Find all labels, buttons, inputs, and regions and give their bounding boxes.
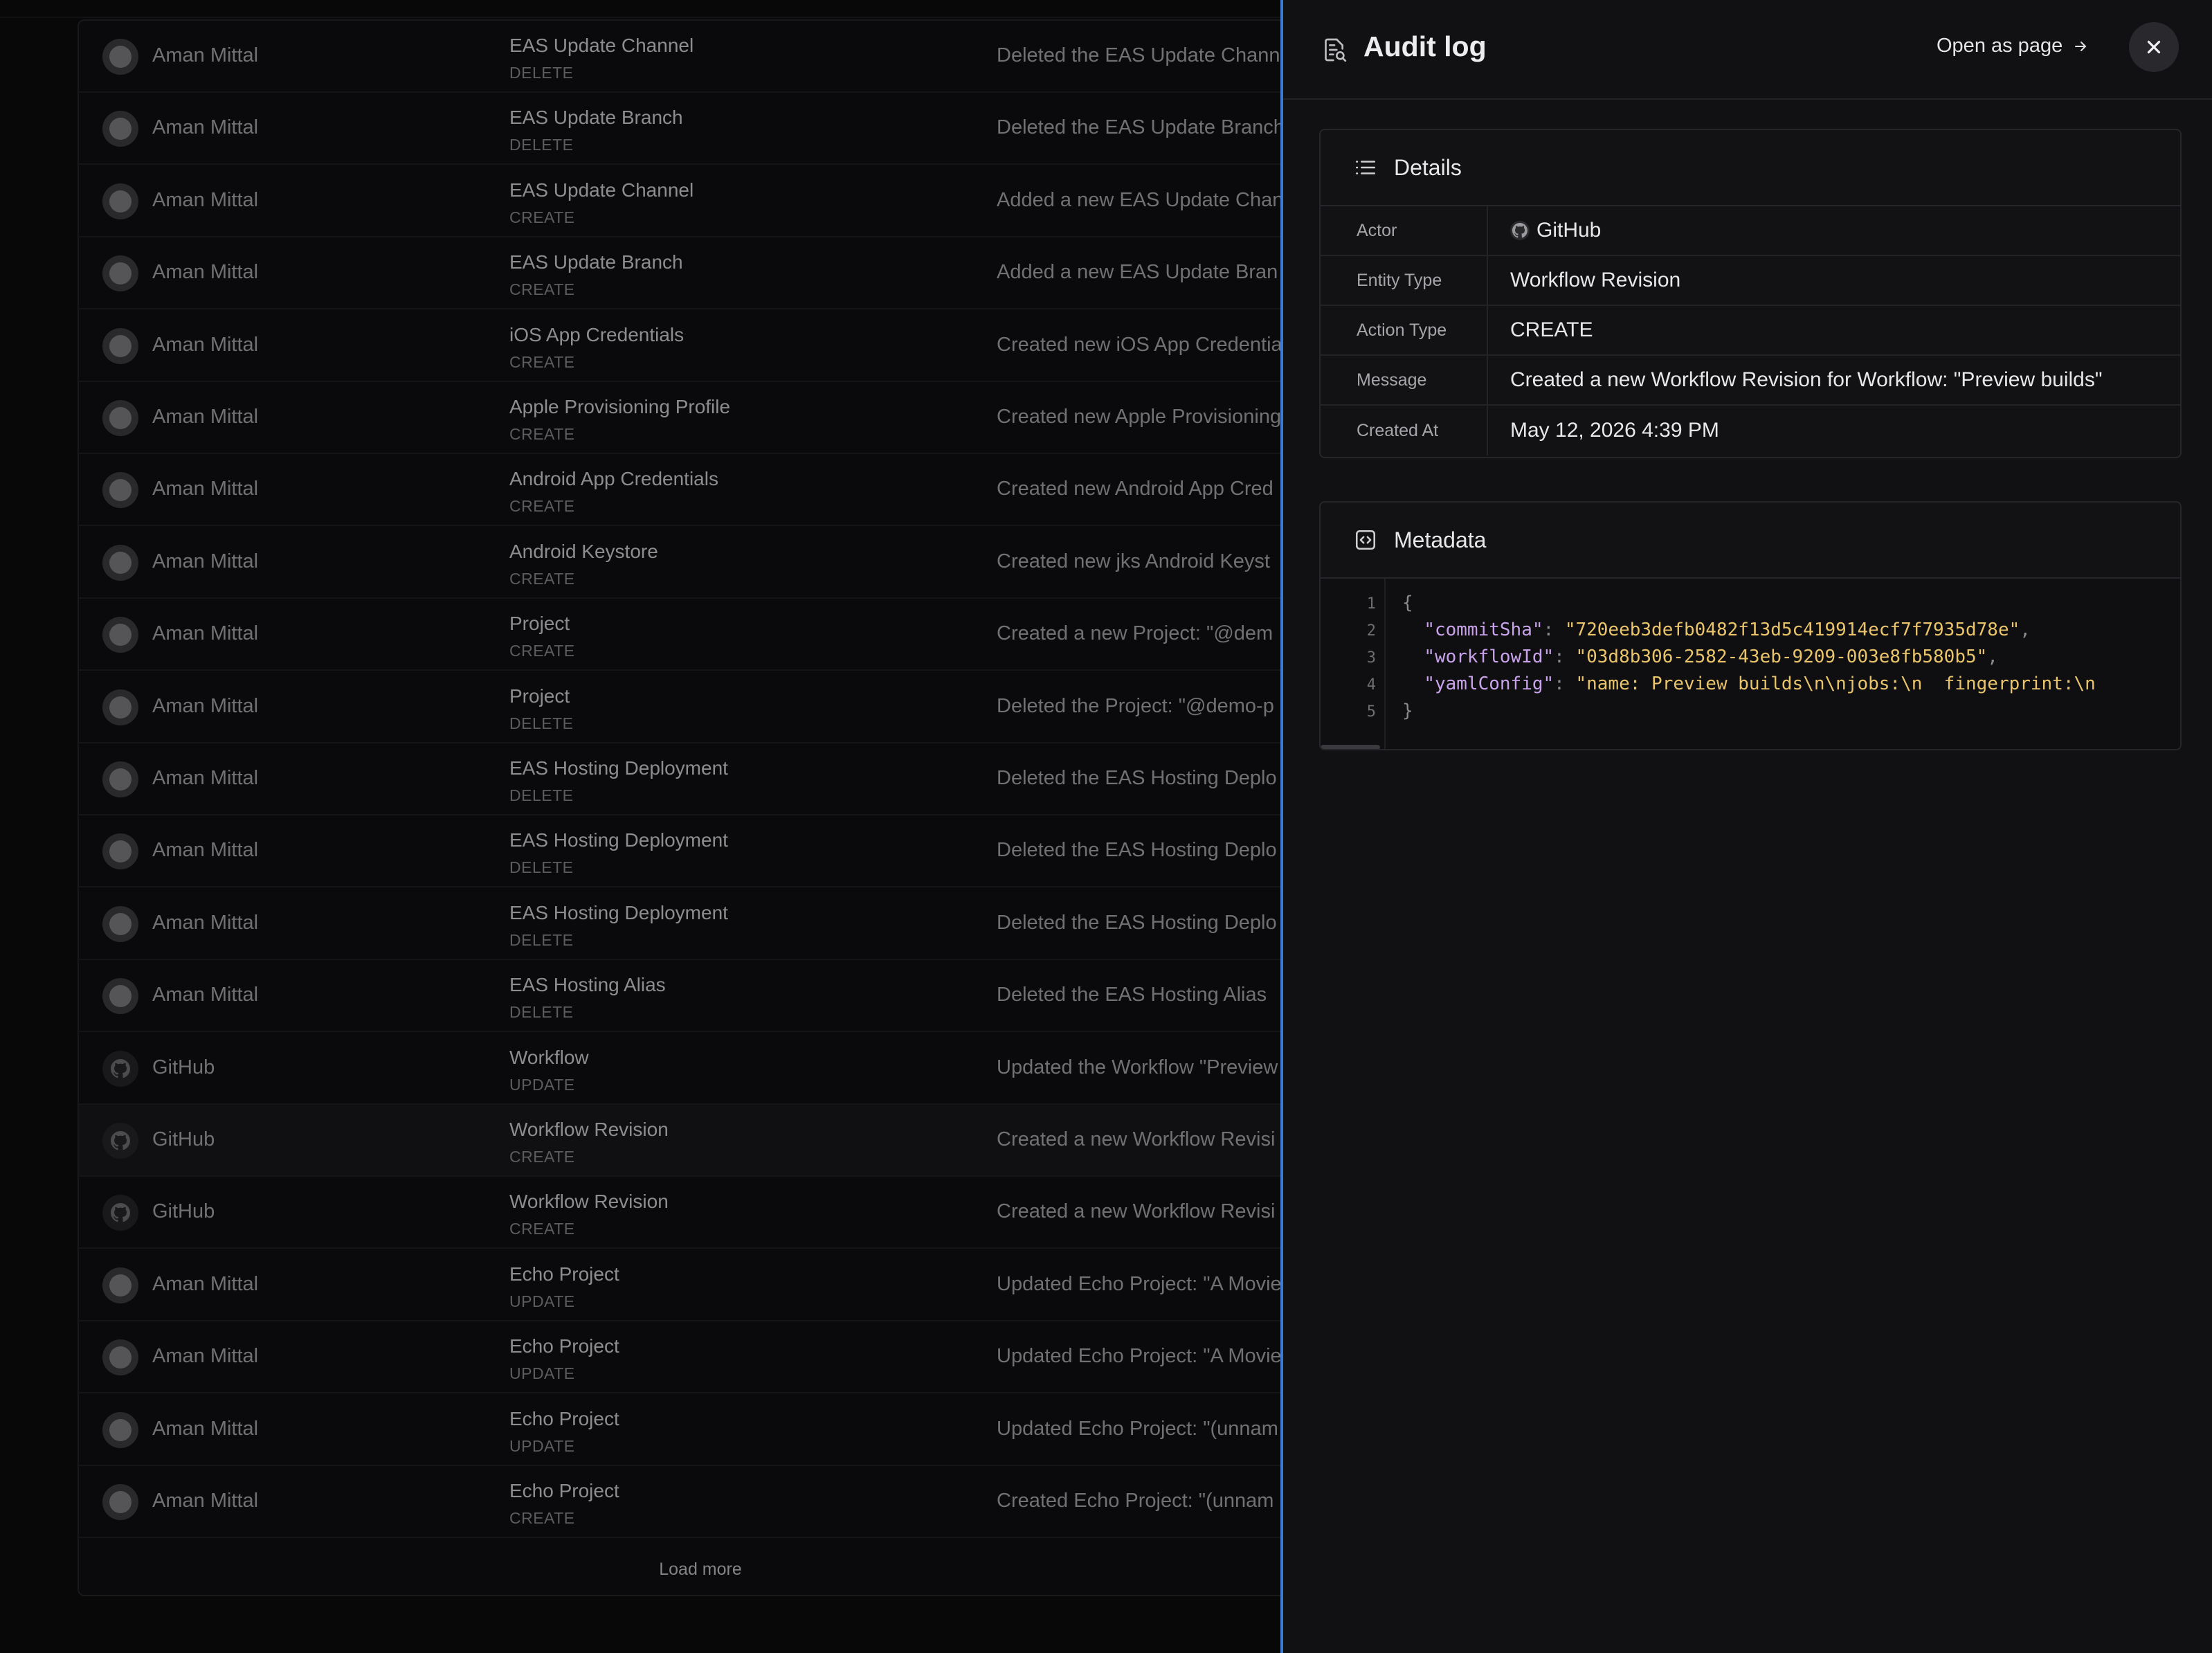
line-number: 2 [1366, 622, 1376, 640]
metadata-title: Metadata [1394, 527, 1487, 552]
open-as-page-link[interactable]: Open as page [1937, 35, 2089, 57]
details-header: Details [1321, 130, 2180, 206]
detail-row: Entity Type Workflow Revision [1321, 256, 2180, 306]
json-comma: , [2020, 620, 2031, 640]
close-brace: } [1402, 701, 1413, 721]
detail-value: May 12, 2026 4:39 PM [1488, 406, 1719, 455]
line-number: 5 [1366, 703, 1376, 721]
github-icon [1510, 221, 1530, 240]
close-icon [2147, 40, 2161, 54]
json-value: "720eeb3defb0482f13d5c419914ecf7f7935d78… [1564, 620, 2020, 640]
arrow-right-icon [2075, 41, 2087, 51]
line-number: 1 [1366, 595, 1376, 613]
panel-header: Audit log Open as page [1283, 0, 2212, 100]
detail-row: Action Type CREATE [1321, 306, 2180, 356]
json-value: "name: Preview builds\n\njobs:\n fingerp… [1575, 674, 2096, 694]
open-brace: { [1402, 593, 1413, 613]
json-colon: : [1543, 620, 1565, 640]
code-line: "workflowId": "03d8b306-2582-43eb-9209-0… [1402, 647, 1998, 667]
line-number: 3 [1366, 649, 1376, 667]
details-card: Details Actor GitHub Entity Type Workflow R… [1319, 129, 2182, 458]
close-panel-button[interactable] [2129, 22, 2179, 72]
code-line: } [1402, 701, 1413, 721]
line-number-gutter: 1 2 3 4 5 [1321, 579, 1386, 749]
json-colon: : [1554, 674, 1576, 694]
line-number: 4 [1366, 676, 1376, 694]
json-key: "commitSha" [1424, 620, 1543, 640]
code-line: "yamlConfig": "name: Preview builds\n\nj… [1402, 674, 2096, 694]
json-value: "03d8b306-2582-43eb-9209-003e8fb580b5" [1575, 647, 1988, 667]
detail-value: CREATE [1488, 306, 1593, 354]
modal-backdrop[interactable] [0, 0, 1280, 1653]
json-key: "yamlConfig" [1424, 674, 1554, 694]
audit-log-side-panel: Audit log Open as page Details Actor GitH… [1280, 0, 2212, 1653]
document-search-icon [1325, 38, 1347, 62]
details-title: Details [1394, 154, 1462, 180]
code-line: { [1402, 593, 1413, 613]
detail-label: Created At [1321, 406, 1488, 455]
list-icon [1355, 161, 1376, 174]
detail-row: Created At May 12, 2026 4:39 PM [1321, 406, 2180, 455]
detail-row: Message Created a new Workflow Revision f… [1321, 356, 2180, 406]
detail-value: Created a new Workflow Revision for Work… [1488, 356, 2103, 404]
detail-label: Entity Type [1321, 256, 1488, 305]
json-comma: , [1987, 647, 1998, 667]
panel-title: Audit log [1363, 30, 1487, 62]
metadata-card: Metadata 1 2 3 4 5 { "commitSha": "720eeb3de… [1319, 501, 2182, 750]
json-key: "workflowId" [1424, 647, 1554, 667]
open-as-page-label: Open as page [1937, 35, 2063, 57]
detail-value: GitHub [1488, 206, 1601, 255]
detail-value-text: GitHub [1536, 219, 1602, 242]
horizontal-scrollbar[interactable] [1321, 745, 1380, 749]
detail-value: Workflow Revision [1488, 256, 1680, 305]
metadata-code-block[interactable]: 1 2 3 4 5 { "commitSha": "720eeb3defb0482f13… [1321, 579, 2180, 749]
detail-value-text: Workflow Revision [1510, 269, 1681, 291]
detail-value-text: May 12, 2026 4:39 PM [1510, 419, 1719, 442]
details-rows: Actor GitHub Entity Type Workflow Revision A… [1321, 206, 2180, 455]
metadata-header: Metadata [1321, 503, 2180, 579]
detail-value-text: CREATE [1510, 318, 1593, 341]
detail-label: Message [1321, 356, 1488, 404]
code-icon [1355, 530, 1376, 550]
detail-row: Actor GitHub [1321, 206, 2180, 256]
detail-label: Action Type [1321, 306, 1488, 354]
detail-label: Actor [1321, 206, 1488, 255]
json-colon: : [1554, 647, 1576, 667]
code-line: "commitSha": "720eeb3defb0482f13d5c41991… [1402, 620, 2031, 640]
detail-value-text: Created a new Workflow Revision for Work… [1510, 368, 2103, 391]
